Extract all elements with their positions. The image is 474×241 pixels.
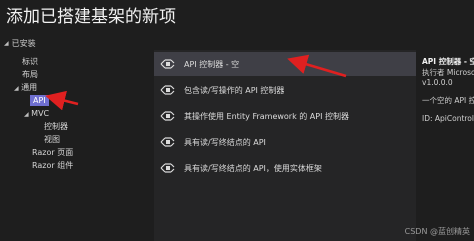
api-controller-icon	[160, 59, 175, 69]
tree-item-razor-pages[interactable]: Razor 页面	[32, 147, 73, 158]
template-label: 具有读/写终结点的 API	[184, 137, 266, 147]
tree-item-view[interactable]: 视图	[44, 134, 60, 145]
template-item[interactable]: 其操作使用 Entity Framework 的 API 控制器	[154, 104, 416, 128]
details-description: 一个空的 API 控制器	[422, 96, 474, 105]
collapse-arrow-icon[interactable]: ◢	[24, 111, 29, 118]
template-list: API 控制器 - 空 包含读/写操作的 API 控制器 其操作使用 Entit…	[154, 50, 416, 241]
tree-item-mvc: MVC	[31, 109, 50, 118]
tree-item-common-row[interactable]: ◢ 通用	[14, 82, 37, 94]
template-item[interactable]: 具有读/写终结点的 API，使用实体框架	[154, 156, 416, 180]
api-controller-icon	[160, 85, 175, 95]
tree-item-mvc-row[interactable]: ◢ MVC	[24, 108, 49, 120]
tree-root-installed[interactable]: ◢ 已安装	[4, 38, 36, 49]
tree-root-label: 已安装	[11, 39, 36, 48]
api-controller-icon	[160, 111, 175, 121]
template-item[interactable]: 包含读/写操作的 API 控制器	[154, 78, 416, 102]
template-item[interactable]: 具有读/写终结点的 API	[154, 130, 416, 154]
dialog-title: 添加已搭建基架的新项	[6, 7, 176, 27]
tree-item-identity[interactable]: 标识	[22, 56, 38, 67]
api-controller-icon	[160, 163, 175, 173]
tree-item-razor-components[interactable]: Razor 组件	[32, 160, 73, 171]
category-tree: ◢ 已安装 标识 布局 ◢ 通用 API ◢ MVC 控制器 视图 Razor …	[0, 32, 148, 241]
template-label: 具有读/写终结点的 API，使用实体框架	[184, 163, 322, 173]
details-version: v1.0.0.0	[422, 78, 453, 87]
tree-item-common: 通用	[21, 83, 38, 92]
details-title: API 控制器 - 空	[422, 57, 474, 66]
details-author: 执行者 Microsoft	[422, 68, 474, 77]
details-id: ID: ApiController	[422, 114, 474, 123]
tree-item-api[interactable]: API	[30, 95, 49, 106]
watermark: CSDN @蓝创精英	[404, 227, 470, 236]
details-panel: API 控制器 - 空 执行者 Microsoft v1.0.0.0 一个空的 …	[420, 50, 474, 241]
tree-item-layout[interactable]: 布局	[22, 69, 38, 80]
api-controller-icon	[160, 137, 175, 147]
template-label: 包含读/写操作的 API 控制器	[184, 85, 285, 95]
template-label: 其操作使用 Entity Framework 的 API 控制器	[184, 111, 350, 121]
template-item[interactable]: API 控制器 - 空	[154, 52, 416, 76]
tree-item-controller[interactable]: 控制器	[44, 121, 68, 132]
collapse-arrow-icon[interactable]: ◢	[14, 85, 19, 92]
collapse-arrow-icon[interactable]: ◢	[4, 40, 9, 47]
template-label: API 控制器 - 空	[184, 59, 240, 69]
